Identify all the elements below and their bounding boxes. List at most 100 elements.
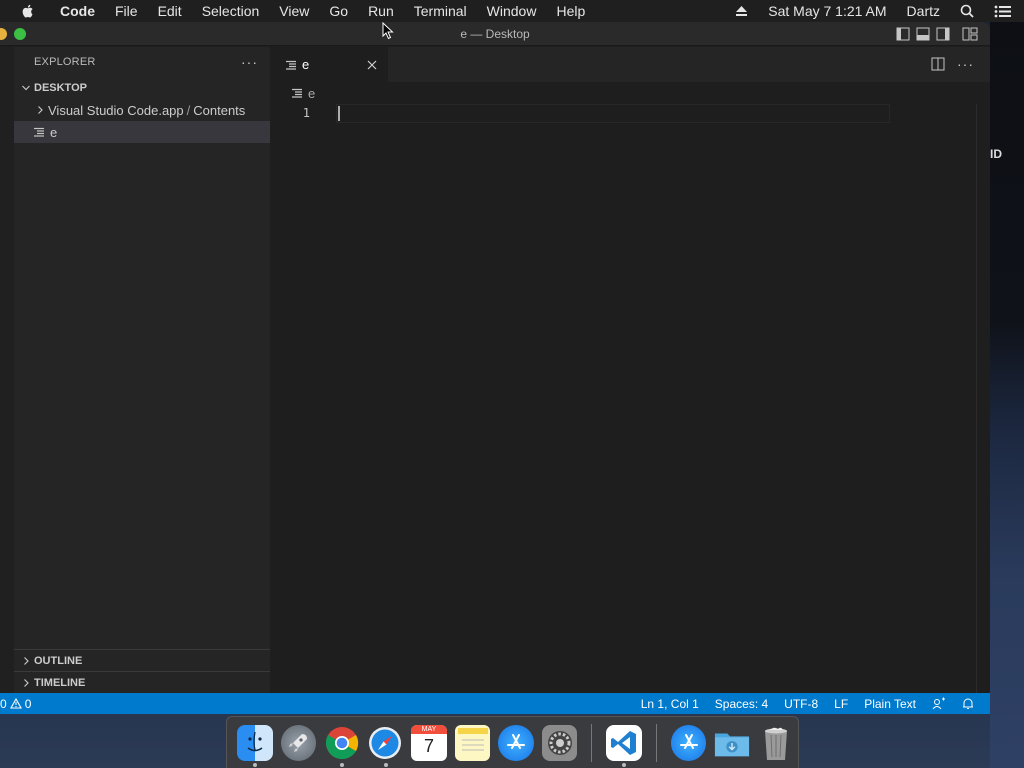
breadcrumb[interactable]: e [270, 82, 990, 104]
menu-window[interactable]: Window [477, 0, 547, 22]
editor-group: e ··· e 1 [270, 47, 990, 693]
menu-help[interactable]: Help [546, 0, 595, 22]
notifications-bell-icon[interactable] [954, 697, 990, 710]
rocket-icon [289, 733, 308, 752]
current-line-highlight [336, 104, 890, 123]
dock-launchpad[interactable] [280, 724, 317, 761]
dock-safari[interactable] [368, 725, 404, 767]
tab-e[interactable]: e [270, 47, 388, 82]
app-store-icon [507, 733, 526, 749]
eject-icon[interactable] [725, 5, 758, 17]
toggle-sidebar-icon[interactable] [896, 27, 910, 41]
toggle-panel-icon[interactable] [916, 27, 930, 41]
tree-item-e[interactable]: e [14, 121, 270, 143]
dock-chrome[interactable] [324, 725, 360, 767]
vscode-window: e — Desktop EXPLORER ··· DESKTOP Visual … [0, 22, 990, 714]
gear-icon [547, 730, 572, 755]
text-file-icon [34, 127, 44, 137]
chevron-right-icon [18, 653, 34, 669]
tree-item-sublabel: Contents [193, 102, 246, 118]
spotlight-search-icon[interactable] [950, 4, 984, 18]
running-indicator [253, 762, 257, 767]
end-of-line[interactable]: LF [826, 697, 856, 711]
mouse-pointer-icon [382, 22, 394, 40]
folder-section-desktop[interactable]: DESKTOP [14, 77, 270, 99]
warning-icon [9, 698, 22, 709]
title-bar: e — Desktop [0, 22, 990, 46]
dock-vscode[interactable] [606, 724, 642, 767]
editor-more-actions-icon[interactable]: ··· [957, 56, 974, 72]
timeline-title: TIMELINE [34, 676, 86, 689]
indentation[interactable]: Spaces: 4 [707, 697, 776, 711]
chevron-right-icon [32, 102, 48, 118]
dock-calendar[interactable]: MAY 7 [411, 724, 447, 761]
running-indicator [622, 762, 627, 767]
explorer-more-actions-icon[interactable]: ··· [241, 54, 258, 70]
encoding[interactable]: UTF-8 [776, 697, 826, 711]
dock-app-store[interactable] [498, 724, 534, 761]
menu-bar: Code File Edit Selection View Go Run Ter… [0, 0, 1024, 22]
tab-bar: e ··· [270, 47, 990, 82]
menu-terminal[interactable]: Terminal [404, 0, 477, 22]
dock-separator [591, 723, 593, 762]
code-line[interactable]: 1 [270, 104, 990, 123]
line-number: 1 [302, 106, 310, 120]
menu-go[interactable]: Go [319, 0, 358, 22]
timeline-section[interactable]: TIMELINE [14, 671, 270, 693]
trash-icon [765, 727, 788, 760]
downloads-folder-icon [715, 733, 750, 756]
vertical-scrollbar[interactable] [976, 104, 990, 693]
user-name[interactable]: Dartz [897, 0, 950, 22]
feedback-icon[interactable] [924, 697, 954, 711]
safari-compass-icon [369, 726, 402, 759]
breadcrumb-file[interactable]: e [308, 86, 315, 101]
chevron-down-icon [18, 80, 34, 96]
dock: MAY 7 [226, 716, 799, 768]
outline-section[interactable]: OUTLINE [14, 649, 270, 671]
calendar-month: MAY [411, 724, 447, 734]
menu-file[interactable]: File [105, 0, 148, 22]
cursor-position[interactable]: Ln 1, Col 1 [633, 697, 707, 711]
clock[interactable]: Sat May 7 1:21 AM [758, 0, 896, 22]
finder-icon [247, 731, 263, 751]
path-separator: / [186, 102, 191, 118]
calendar-day: 7 [423, 735, 434, 756]
tab-label: e [302, 57, 310, 72]
menu-edit[interactable]: Edit [148, 0, 192, 22]
folder-name: DESKTOP [34, 82, 87, 94]
error-count: 0 [0, 696, 7, 711]
dock-system-preferences[interactable] [541, 724, 578, 761]
dock-finder[interactable] [237, 724, 273, 767]
text-file-icon [292, 88, 302, 98]
problems-indicator[interactable]: 0 0 [0, 697, 31, 711]
app-store-icon [679, 733, 698, 749]
status-bar: 0 0 Ln 1, Col 1 Spaces: 4 UTF-8 LF Plain… [0, 693, 990, 714]
menu-app-code[interactable]: Code [50, 0, 105, 22]
dock-notes[interactable] [454, 724, 491, 761]
outline-title: OUTLINE [34, 654, 83, 667]
close-icon[interactable] [364, 57, 380, 73]
running-indicator [340, 762, 345, 767]
split-editor-icon[interactable] [931, 57, 945, 71]
notes-icon [457, 727, 488, 750]
dock-app-store-2[interactable] [670, 724, 707, 761]
menu-view[interactable]: View [269, 0, 319, 22]
menu-run[interactable]: Run [358, 0, 404, 22]
tree-item-vscode-app[interactable]: Visual Studio Code.app / Contents [14, 99, 270, 121]
chevron-right-icon [18, 675, 34, 691]
desktop-background: ID [990, 22, 1024, 768]
left-edge [0, 47, 14, 693]
dock-downloads[interactable] [714, 725, 750, 761]
control-center-icon[interactable] [984, 5, 1024, 18]
running-indicator [383, 762, 388, 767]
language-mode[interactable]: Plain Text [856, 697, 924, 711]
explorer-header: EXPLORER ··· [14, 47, 270, 77]
window-title: e — Desktop [460, 27, 530, 41]
dock-trash[interactable] [758, 725, 794, 761]
text-file-icon [286, 60, 296, 70]
apple-icon[interactable] [20, 3, 36, 19]
customize-layout-icon[interactable] [962, 27, 978, 41]
toggle-secondary-sidebar-icon[interactable] [936, 27, 950, 41]
warning-count: 0 [24, 696, 32, 711]
menu-selection[interactable]: Selection [192, 0, 270, 22]
